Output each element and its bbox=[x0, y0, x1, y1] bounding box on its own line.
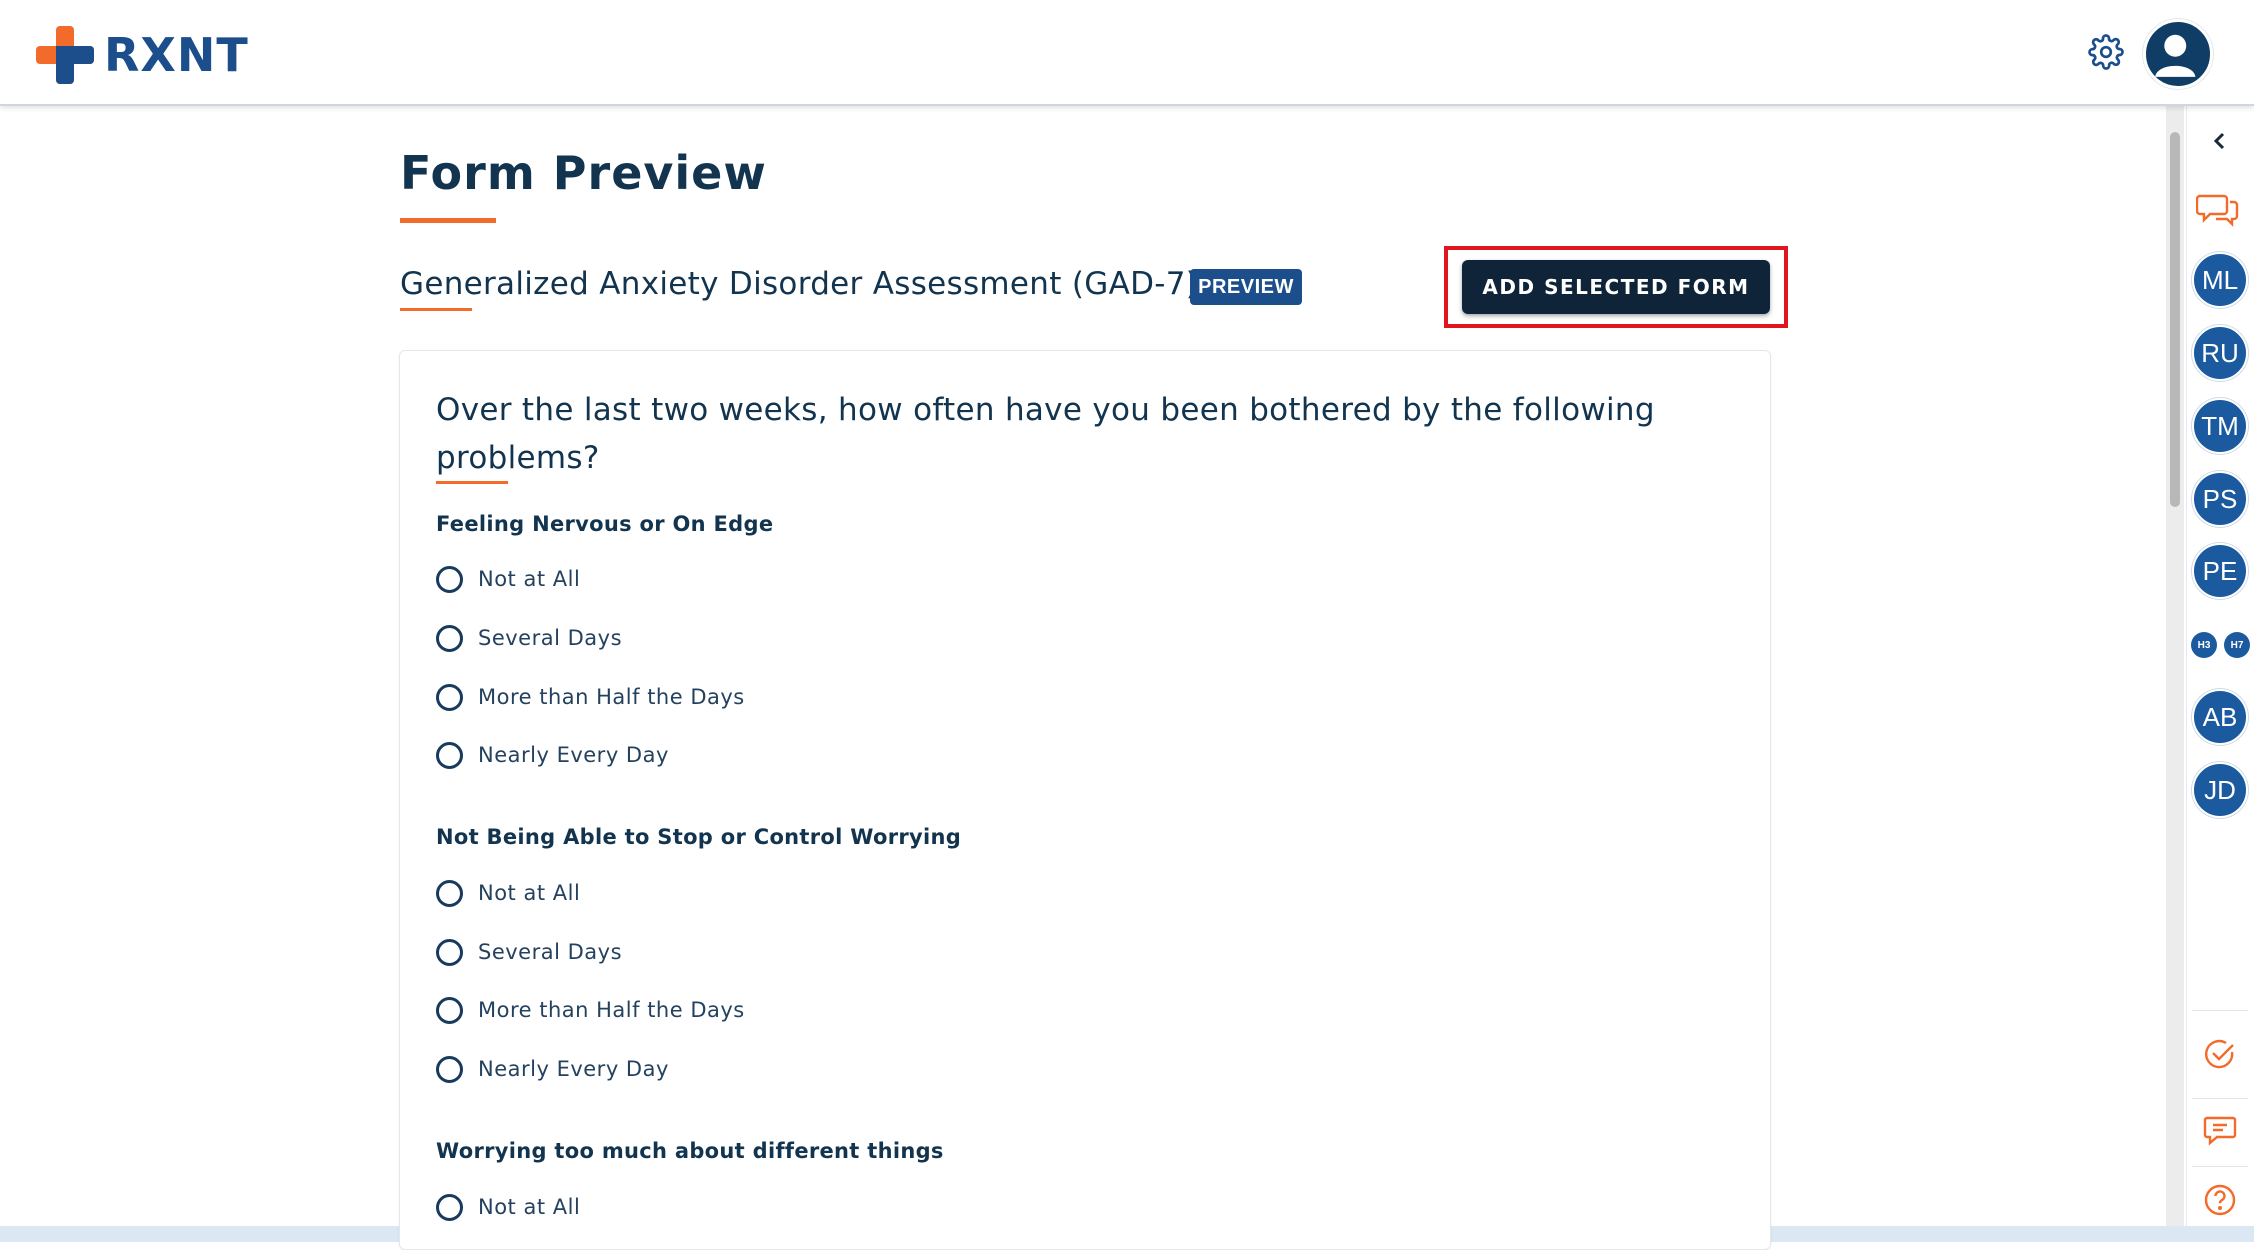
chat-bubbles-icon[interactable] bbox=[2196, 190, 2240, 228]
rxnt-logo[interactable]: RXNT bbox=[36, 26, 249, 84]
option-label: Nearly Every Day bbox=[478, 743, 669, 767]
rail-user-tm[interactable]: TM bbox=[2192, 398, 2248, 454]
option-label: More than Half the Days bbox=[478, 685, 745, 709]
user-avatar-icon[interactable] bbox=[2143, 19, 2213, 89]
add-selected-form-button[interactable]: ADD SELECTED FORM bbox=[1462, 260, 1770, 314]
radio-option[interactable]: More than Half the Days bbox=[436, 995, 745, 1025]
radio-button[interactable] bbox=[436, 1193, 463, 1221]
radio-option[interactable]: Several Days bbox=[436, 937, 622, 967]
page-title: Form Preview bbox=[400, 146, 767, 200]
radio-button[interactable] bbox=[436, 683, 463, 711]
scrollbar-thumb[interactable] bbox=[2170, 132, 2180, 507]
rail-divider bbox=[2192, 1166, 2248, 1167]
logo-text: RXNT bbox=[104, 28, 249, 82]
option-label: Several Days bbox=[478, 626, 623, 650]
item-label: Not Being Able to Stop or Control Worryi… bbox=[436, 825, 962, 849]
radio-option[interactable]: Not at All bbox=[436, 1192, 580, 1222]
radio-button[interactable] bbox=[436, 996, 463, 1024]
logo-cross-icon bbox=[36, 26, 94, 84]
radio-button[interactable] bbox=[436, 565, 463, 593]
option-label: Not at All bbox=[478, 881, 581, 905]
question-underline bbox=[436, 481, 508, 484]
radio-option[interactable]: More than Half the Days bbox=[436, 682, 745, 712]
title-underline bbox=[400, 218, 496, 223]
rail-user-pe[interactable]: PE bbox=[2192, 543, 2248, 599]
radio-option[interactable]: Not at All bbox=[436, 564, 580, 594]
item-label: Worrying too much about different things bbox=[436, 1139, 944, 1163]
radio-option[interactable]: Nearly Every Day bbox=[436, 740, 669, 770]
rail-divider bbox=[2192, 1010, 2248, 1011]
preview-badge: PREVIEW bbox=[1190, 269, 1302, 305]
radio-option[interactable]: Nearly Every Day bbox=[436, 1054, 669, 1084]
option-label: Not at All bbox=[478, 567, 581, 591]
rail-user-ps[interactable]: PS bbox=[2192, 471, 2248, 527]
option-label: Nearly Every Day bbox=[478, 1057, 669, 1081]
radio-option[interactable]: Not at All bbox=[436, 878, 580, 908]
rail-divider bbox=[2192, 1098, 2248, 1099]
item-label: Feeling Nervous or On Edge bbox=[436, 512, 774, 536]
settings-gear-icon[interactable] bbox=[2088, 34, 2124, 70]
rail-user-ml[interactable]: ML bbox=[2192, 252, 2248, 308]
radio-button[interactable] bbox=[436, 879, 463, 907]
rail-user-h3[interactable]: H3 bbox=[2191, 632, 2217, 658]
radio-option[interactable]: Several Days bbox=[436, 623, 622, 653]
help-icon[interactable] bbox=[2202, 1182, 2238, 1218]
radio-button[interactable] bbox=[436, 624, 463, 652]
question-title: Over the last two weeks, how often have … bbox=[436, 392, 1655, 476]
form-name: Generalized Anxiety Disorder Assessment … bbox=[400, 266, 1199, 302]
form-name-underline bbox=[400, 308, 472, 311]
chevron-left-icon[interactable] bbox=[2208, 126, 2232, 156]
radio-button[interactable] bbox=[436, 1055, 463, 1083]
rail-user-ru[interactable]: RU bbox=[2192, 325, 2248, 381]
option-label: Several Days bbox=[478, 940, 623, 964]
rail-user-h7[interactable]: H7 bbox=[2224, 632, 2250, 658]
radio-button[interactable] bbox=[436, 741, 463, 769]
app-header: RXNT bbox=[0, 0, 2254, 106]
option-label: Not at All bbox=[478, 1195, 581, 1219]
form-card bbox=[399, 350, 1771, 1250]
option-label: More than Half the Days bbox=[478, 998, 745, 1022]
message-icon[interactable] bbox=[2202, 1112, 2238, 1148]
rail-user-ab[interactable]: AB bbox=[2192, 689, 2248, 745]
check-circle-icon[interactable] bbox=[2202, 1036, 2238, 1072]
rail-user-jd[interactable]: JD bbox=[2192, 762, 2248, 818]
radio-button[interactable] bbox=[436, 938, 463, 966]
